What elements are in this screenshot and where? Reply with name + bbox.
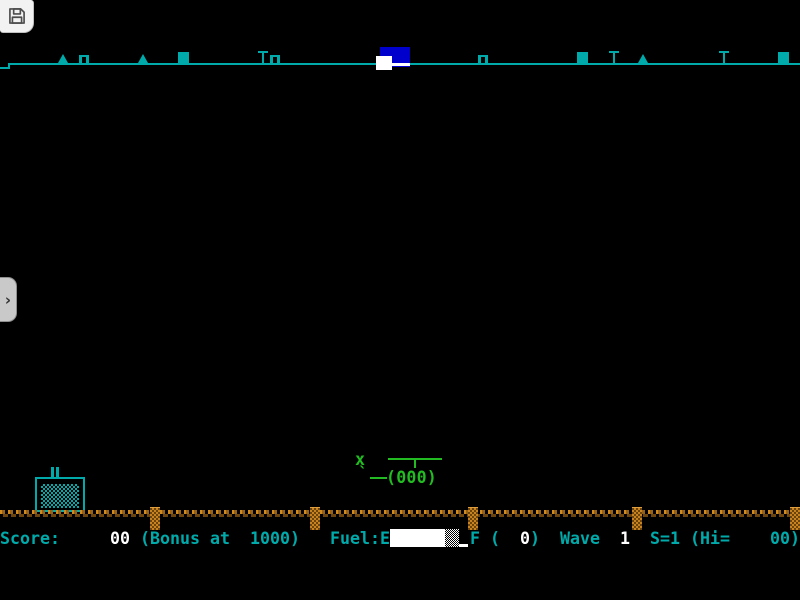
- bonus-and-fuel-label: (Bonus at 1000) Fuel:E: [130, 529, 390, 548]
- terrain-marker-block: [577, 52, 588, 64]
- chevron-right-icon: ›: [5, 291, 11, 309]
- terrain-marker-tree: [138, 54, 148, 63]
- fence-post: [310, 507, 320, 530]
- fence-post: [632, 507, 642, 530]
- blue-vehicle-sprite: [376, 47, 410, 70]
- status-right: F ( 0) Wave 1 S=1 (Hi= 00): [470, 529, 800, 548]
- fuel-gauge-empty: [459, 529, 470, 547]
- helicopter-sprite: x ` (000): [350, 445, 450, 490]
- fuel-gauge-dither: [445, 529, 459, 547]
- floppy-disk-icon: [7, 6, 27, 26]
- fuel-f-label: F (: [470, 529, 500, 548]
- vehicle-skid: [392, 63, 410, 66]
- fuel-gauge-fill: [390, 529, 445, 547]
- terrain-marker-pole: [258, 51, 268, 64]
- expand-panel-button[interactable]: ›: [0, 277, 17, 322]
- helicopter-mast: [414, 460, 416, 468]
- game-screen: › x ` (000) Score: 00 (Bonus at 1000) Fu…: [0, 0, 800, 600]
- fence-post: [790, 507, 800, 530]
- wave-value: 1: [620, 529, 630, 548]
- terrain-marker-pole: [609, 51, 619, 64]
- fuel-gauge: [390, 529, 470, 547]
- fence-post: [150, 507, 160, 530]
- terrain-marker-tree: [58, 54, 68, 63]
- terrain-marker-block: [178, 52, 189, 64]
- terrain-marker-block: [778, 52, 789, 64]
- save-button[interactable]: [0, 0, 34, 33]
- ground-strip: [0, 510, 800, 517]
- fence-post: [468, 507, 478, 530]
- terrain-marker-building: [270, 55, 280, 63]
- score-value: 00: [110, 529, 130, 548]
- vehicle-cab: [376, 56, 392, 70]
- terrain-marker-building: [79, 55, 89, 63]
- terrain-marker-tree: [638, 54, 648, 63]
- helicopter-body: (000): [386, 468, 437, 487]
- helicopter-tail-boom: [370, 477, 387, 479]
- wave-label: ) Wave: [530, 529, 620, 548]
- status-bar: Score: 00 (Bonus at 1000) Fuel:E F ( 0) …: [0, 529, 800, 549]
- helicopter-tail-tick: `: [358, 464, 368, 483]
- terrain-marker-building: [478, 55, 488, 63]
- status-left: Score: 00 (Bonus at 1000) Fuel:E: [0, 529, 390, 548]
- terrain-skyline: [0, 0, 800, 80]
- fuel-count-value: 0: [500, 529, 530, 548]
- score-label: Score:: [0, 529, 110, 548]
- terrain-marker-pole: [719, 51, 729, 64]
- ship-and-hiscore-text: S=1 (Hi= 00): [630, 529, 800, 548]
